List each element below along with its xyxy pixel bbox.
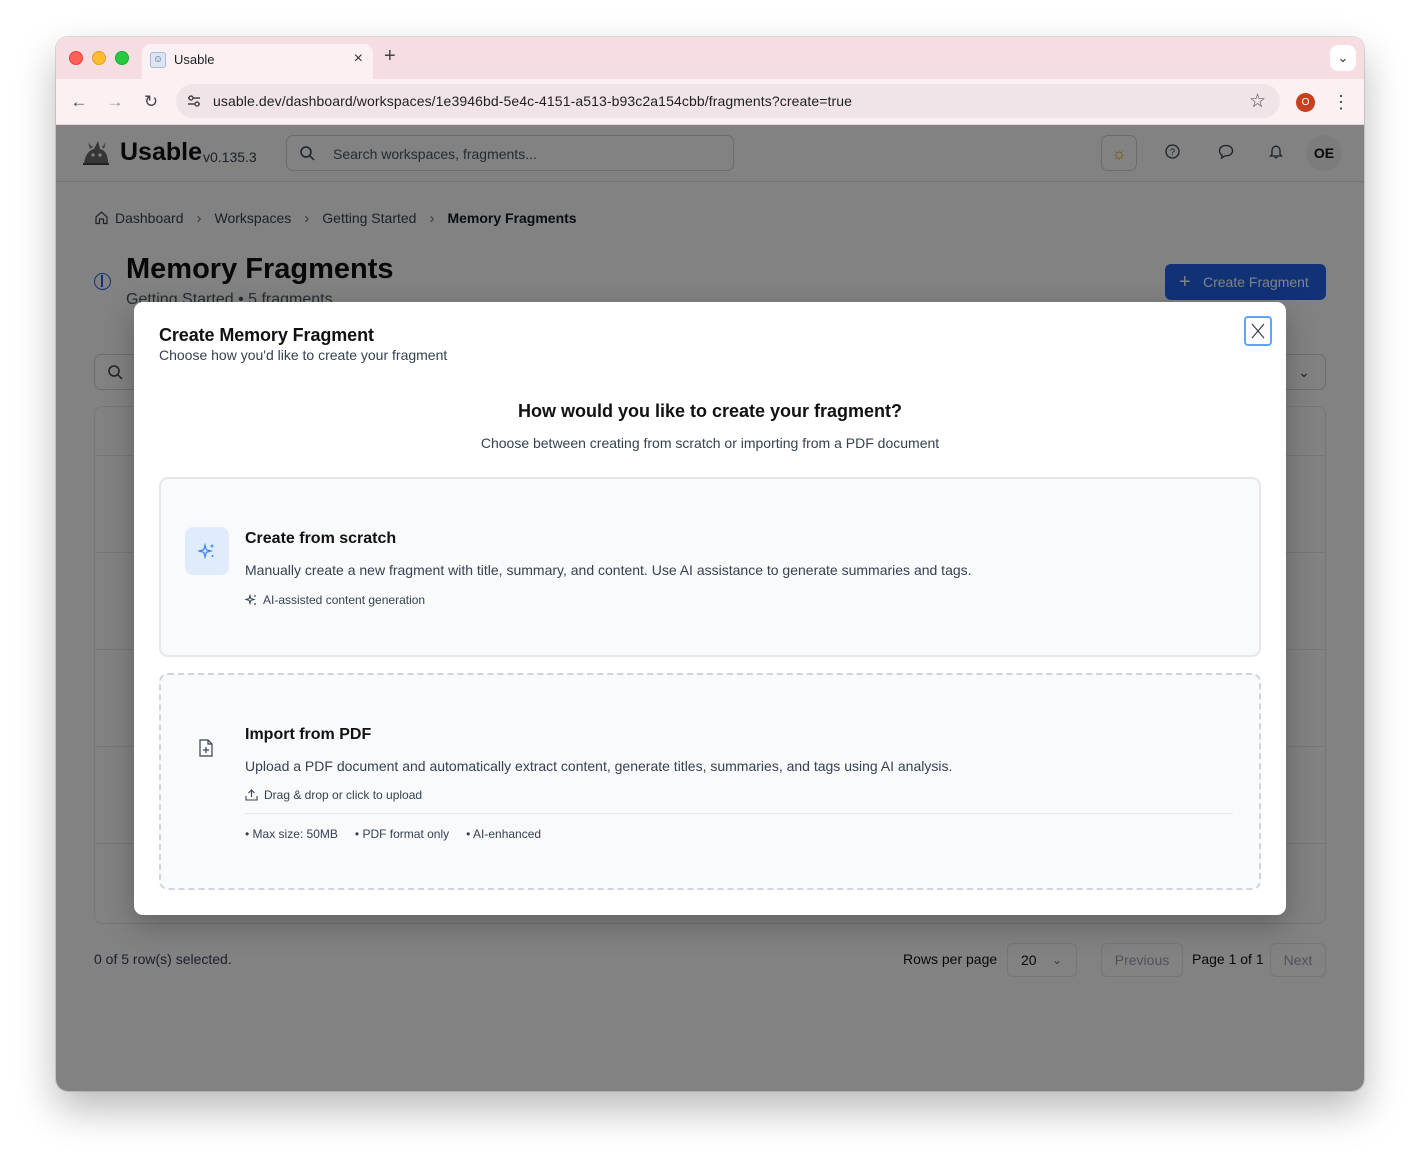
browser-window: ☺ Usable × + ⌄ ← → ↻ usable.dev/dashboar…	[56, 37, 1364, 1091]
zoom-window-button[interactable]	[115, 51, 129, 65]
page-viewport: Usable v0.135.3 Search workspaces, fragm…	[56, 125, 1364, 1091]
dialog-question: How would you like to create your fragme…	[517, 401, 903, 421]
sparkles-icon	[185, 527, 229, 575]
tab-title: Usable	[174, 52, 215, 67]
sparkles-small-icon	[244, 593, 256, 606]
option-note: AI-assisted content generation	[244, 593, 425, 607]
option-title: Import from PDF	[245, 726, 372, 743]
divider	[245, 813, 1233, 814]
profile-avatar[interactable]: O	[1296, 93, 1315, 112]
browser-tab-usable[interactable]: ☺ Usable ×	[142, 44, 373, 79]
close-dialog-button[interactable]	[1244, 316, 1272, 346]
browser-toolbar: ← → ↻ usable.dev/dashboard/workspaces/1e…	[56, 79, 1364, 125]
upload-icon	[245, 789, 258, 801]
option-note: Drag & drop or click to upload	[245, 788, 422, 802]
address-bar[interactable]: usable.dev/dashboard/workspaces/1e3946bd…	[176, 84, 1280, 118]
tab-search-chevron-icon[interactable]: ⌄	[1330, 45, 1356, 71]
forward-arrow-icon[interactable]: →	[102, 89, 128, 115]
reload-icon[interactable]: ↻	[138, 89, 164, 115]
browser-menu-icon[interactable]: ⋮	[1332, 89, 1350, 115]
create-fragment-dialog: Create Memory Fragment Choose how you'd …	[134, 302, 1286, 915]
close-icon	[1251, 323, 1265, 339]
upload-constraints: • Max size: 50MB • PDF format only • AI-…	[245, 827, 558, 841]
constraint-max-size: • Max size: 50MB	[245, 827, 338, 841]
file-plus-icon	[185, 724, 229, 772]
close-window-button[interactable]	[69, 51, 83, 65]
favicon-icon: ☺	[150, 52, 166, 68]
constraint-format: • PDF format only	[354, 827, 450, 841]
site-settings-icon[interactable]	[186, 93, 202, 109]
dialog-subtitle: Choose how you'd like to create your fra…	[159, 347, 448, 363]
url-text: usable.dev/dashboard/workspaces/1e3946bd…	[213, 93, 853, 109]
dialog-title: Create Memory Fragment	[159, 325, 374, 345]
option-title: Create from scratch	[245, 530, 397, 547]
option-description: Upload a PDF document and automatically …	[245, 758, 953, 774]
new-tab-icon[interactable]: +	[384, 45, 396, 68]
option-description: Manually create a new fragment with titl…	[245, 562, 972, 578]
tab-bar: ☺ Usable × + ⌄	[56, 37, 1364, 79]
import-from-pdf-dropzone[interactable]: Import from PDF Upload a PDF document an…	[159, 673, 1261, 890]
minimize-window-button[interactable]	[92, 51, 106, 65]
bookmark-star-icon[interactable]: ☆	[1249, 90, 1266, 113]
tab-close-icon[interactable]: ×	[354, 50, 363, 68]
back-arrow-icon[interactable]: ←	[66, 89, 92, 115]
constraint-ai: • AI-enhanced	[466, 827, 542, 841]
dialog-question-subtitle: Choose between creating from scratch or …	[480, 435, 940, 451]
create-from-scratch-option[interactable]: Create from scratch Manually create a ne…	[159, 477, 1261, 657]
